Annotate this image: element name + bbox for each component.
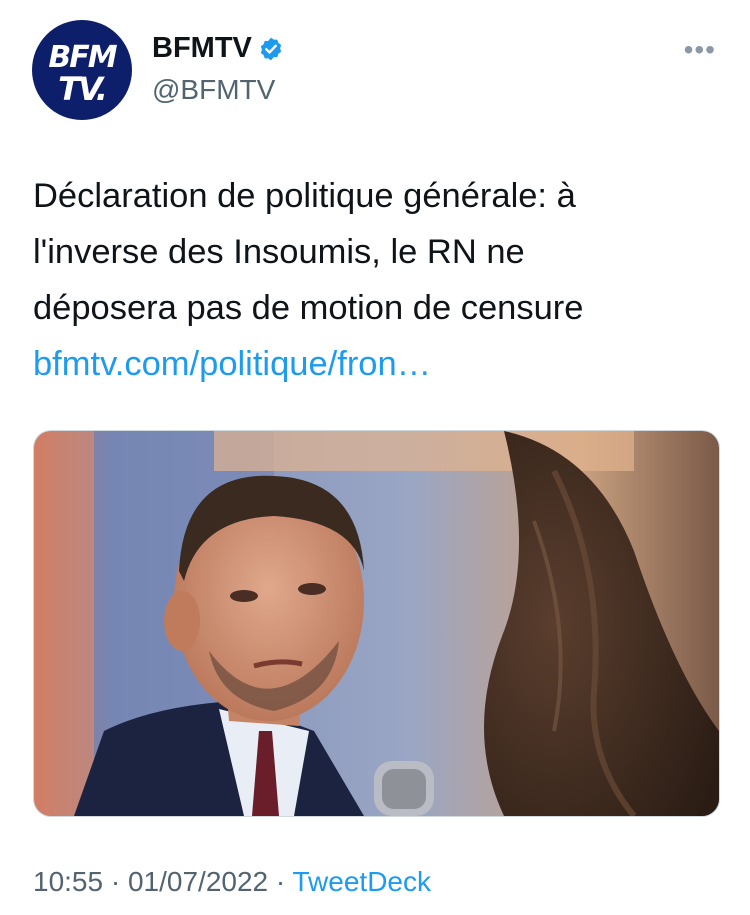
- tweet-body: Déclaration de politique générale: à l'i…: [33, 177, 584, 327]
- author-handle[interactable]: @BFMTV: [152, 74, 275, 106]
- tweet-source-link[interactable]: TweetDeck: [293, 866, 432, 897]
- separator: ·: [103, 866, 128, 897]
- author-name-row: BFMTV: [152, 32, 284, 65]
- tweet-date[interactable]: 01/07/2022: [128, 866, 268, 897]
- tweet-link[interactable]: bfmtv.com/politique/fron…: [33, 345, 431, 383]
- avatar[interactable]: BFM TV.: [32, 20, 132, 120]
- tweet-text: Déclaration de politique générale: à l'i…: [33, 168, 723, 392]
- verified-badge-icon: [260, 37, 282, 60]
- tweet-metadata: 10:55 · 01/07/2022 · TweetDeck: [33, 866, 431, 898]
- tweet-media-image[interactable]: [33, 430, 720, 817]
- avatar-logo-line2: TV.: [58, 70, 108, 108]
- news-photo-illustration: [34, 431, 719, 816]
- tweet-time[interactable]: 10:55: [33, 866, 103, 897]
- separator: ·: [268, 866, 293, 897]
- more-options-icon[interactable]: •••: [684, 36, 716, 64]
- author-display-name[interactable]: BFMTV: [152, 32, 252, 65]
